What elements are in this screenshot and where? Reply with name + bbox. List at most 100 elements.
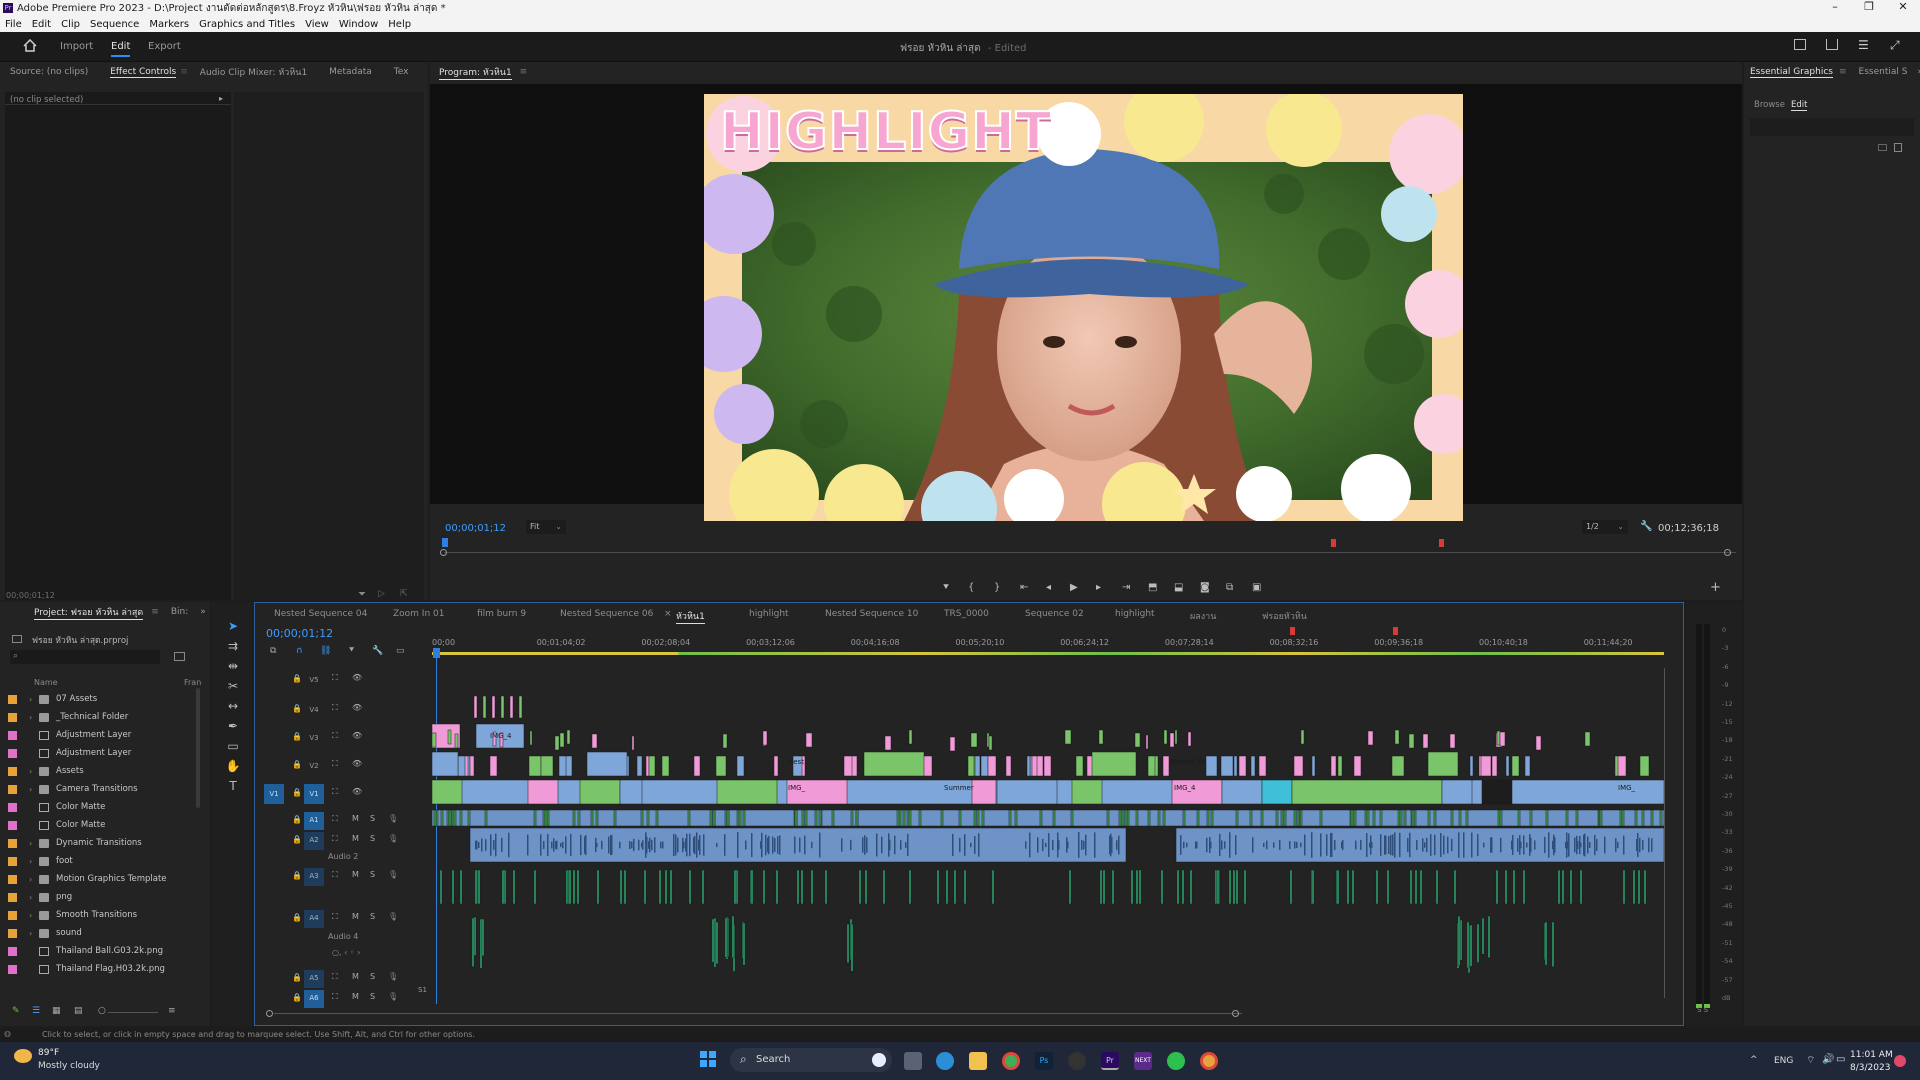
- audio-fade[interactable]: [484, 809, 488, 827]
- audio-clip-a3[interactable]: [1522, 869, 1526, 905]
- video-display[interactable]: HIGHLIGHT: [430, 84, 1742, 521]
- sync-lock-icon[interactable]: ⛶: [332, 912, 338, 922]
- audio-fade[interactable]: [467, 809, 471, 827]
- audio-clip-a4[interactable]: [742, 922, 746, 966]
- lock-icon[interactable]: 🔒: [292, 760, 302, 769]
- video-clip[interactable]: [1091, 751, 1137, 777]
- audio-clip-a4[interactable]: [713, 917, 717, 968]
- audio-clip-a3[interactable]: [1351, 869, 1355, 905]
- battery-icon[interactable]: ▭: [1836, 1054, 1845, 1065]
- audio-fade[interactable]: [1650, 809, 1654, 827]
- audio-fade[interactable]: [1621, 809, 1625, 827]
- extract-icon[interactable]: ⬓: [1174, 582, 1183, 593]
- video-clip[interactable]: [631, 735, 635, 751]
- label-color-swatch[interactable]: [8, 694, 17, 704]
- start-button-icon[interactable]: [700, 1051, 716, 1067]
- audio-fade[interactable]: [542, 809, 546, 827]
- scroll-end-handle[interactable]: [1232, 1010, 1239, 1017]
- sequence-tab[interactable]: ผลงาน: [1190, 609, 1216, 623]
- audio-clip-a3[interactable]: [701, 869, 705, 905]
- video-clip[interactable]: [1353, 755, 1362, 777]
- audio-clip-a3[interactable]: [1243, 869, 1247, 905]
- sequence-tab[interactable]: highlight: [1115, 609, 1155, 619]
- lock-icon[interactable]: 🔒: [292, 835, 302, 844]
- menu-markers[interactable]: Markers: [144, 19, 194, 30]
- menu-icon[interactable]: ☰: [1858, 38, 1869, 52]
- audio-fade[interactable]: [742, 809, 746, 827]
- audio-fade[interactable]: [687, 809, 691, 827]
- audio-clip-a4[interactable]: [473, 916, 477, 956]
- go-to-out-icon[interactable]: ⇥: [1122, 582, 1130, 593]
- video-clip[interactable]: [967, 755, 975, 777]
- taskbar-search[interactable]: ⌕ Search: [730, 1048, 892, 1072]
- audio-clip-a3[interactable]: [750, 869, 754, 905]
- audio-clip-a2[interactable]: [1175, 827, 1665, 863]
- panel-overflow-icon[interactable]: »: [200, 607, 206, 617]
- audio-fade[interactable]: [1283, 809, 1287, 827]
- video-clip[interactable]: [1005, 755, 1012, 777]
- audio-fade[interactable]: [801, 809, 805, 827]
- wrench-icon[interactable]: 🔧: [1640, 521, 1652, 532]
- close-tab-icon[interactable]: ×: [664, 609, 672, 619]
- audio-clip-a4[interactable]: [711, 918, 715, 963]
- video-clip[interactable]: [1337, 755, 1343, 777]
- step-forward-icon[interactable]: ▸: [1096, 582, 1101, 593]
- video-clip[interactable]: [805, 732, 813, 748]
- audio-track-header[interactable]: 🔒 A2 ⛶ M S 🎙 Audio 2: [262, 832, 432, 866]
- label-color-swatch[interactable]: [8, 784, 17, 794]
- tab-browse[interactable]: Browse: [1754, 100, 1785, 110]
- audio-fade[interactable]: [1641, 809, 1645, 827]
- video-clip[interactable]: [527, 779, 559, 805]
- audio-clip-a4[interactable]: [481, 918, 485, 957]
- audio-clip-a3[interactable]: [474, 869, 478, 905]
- video-clip[interactable]: [1491, 755, 1498, 777]
- audio-clip-a4[interactable]: [1469, 924, 1473, 967]
- audio-fade[interactable]: [544, 809, 548, 827]
- video-clip[interactable]: [851, 755, 858, 777]
- task-view-icon[interactable]: [904, 1052, 922, 1070]
- column-frame-rate[interactable]: Fran: [184, 678, 201, 687]
- audio-clip-a4[interactable]: [850, 923, 854, 972]
- audio-clip-a3[interactable]: [1102, 869, 1106, 905]
- audio-clip-a3[interactable]: [762, 869, 766, 905]
- audio-clip-a3[interactable]: [1386, 869, 1390, 905]
- video-clip[interactable]: [1293, 755, 1304, 777]
- video-clip[interactable]: [469, 755, 475, 777]
- timeline-clips[interactable]: IMG_4 Nest Nested Se IMG_ Summer IMG_4 IMG_: [432, 658, 1666, 1008]
- video-clip[interactable]: [528, 755, 542, 777]
- audio-fade[interactable]: [1427, 809, 1431, 827]
- video-clip[interactable]: [908, 729, 913, 745]
- voice-over-icon[interactable]: 🎙: [388, 870, 398, 879]
- video-clip[interactable]: [1221, 779, 1263, 805]
- audio-fade[interactable]: [459, 809, 463, 827]
- zoom-fit-select[interactable]: Fit ⌄: [526, 520, 566, 534]
- scroll-start-handle[interactable]: [266, 1010, 273, 1017]
- video-clip[interactable]: [1449, 733, 1456, 749]
- audio-fade[interactable]: [1411, 809, 1415, 827]
- volume-icon[interactable]: 🔊: [1822, 1054, 1834, 1065]
- audio-clip-a3[interactable]: [619, 869, 623, 905]
- project-scrollbar[interactable]: [196, 688, 200, 808]
- folder-icon[interactable]: [1878, 144, 1887, 151]
- tab-effect-controls[interactable]: Effect Controls: [110, 67, 177, 78]
- video-clip[interactable]: [636, 755, 643, 777]
- lock-icon[interactable]: 🔒: [292, 973, 302, 982]
- keyframe-nav-icon[interactable]: ○, ‹ ◦ ›: [332, 948, 360, 957]
- menu-file[interactable]: File: [0, 19, 27, 30]
- audio-clip-a3[interactable]: [1643, 869, 1647, 905]
- menu-graphics-and-titles[interactable]: Graphics and Titles: [194, 19, 300, 30]
- audio-fade[interactable]: [1118, 809, 1122, 827]
- zoom-slider-icon[interactable]: ○: [98, 1006, 106, 1016]
- audio-clip-a3[interactable]: [1632, 869, 1636, 905]
- audio-fade[interactable]: [1634, 809, 1638, 827]
- tab-import[interactable]: Import: [60, 41, 93, 52]
- audio-fade[interactable]: [981, 809, 985, 827]
- audio-clip-a3[interactable]: [1099, 869, 1103, 905]
- video-clip[interactable]: [1496, 730, 1501, 746]
- timeline-horizontal-scrollbar[interactable]: [266, 1010, 1666, 1018]
- video-clip[interactable]: [1427, 751, 1459, 777]
- audio-fade[interactable]: [1296, 809, 1300, 827]
- column-name[interactable]: Name: [34, 678, 58, 687]
- video-clip[interactable]: [579, 779, 621, 805]
- program-timecode[interactable]: 00;00;01;12: [445, 523, 506, 534]
